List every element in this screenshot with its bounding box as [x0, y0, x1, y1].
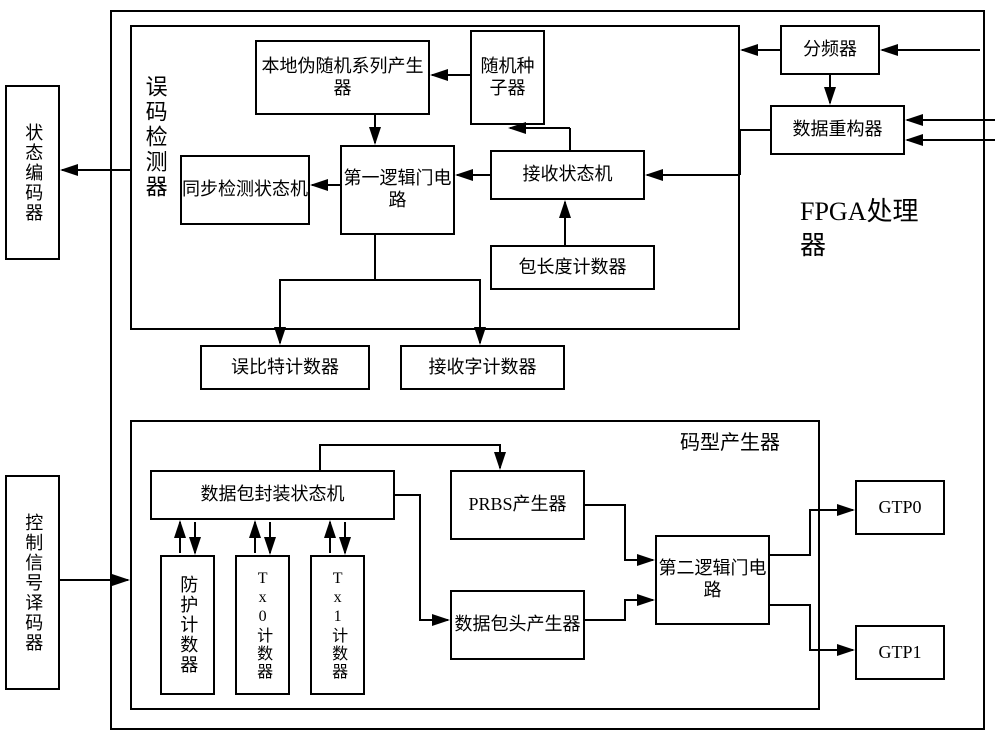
- error-detector-label: 误码检测器: [140, 75, 169, 200]
- status-encoder-block: 状态编码器: [5, 85, 60, 260]
- gtp1-block: GTP1: [855, 625, 945, 680]
- packet-encap-sm-block: 数据包封装状态机: [150, 470, 395, 520]
- second-logic-gate-label: 第二逻辑门电路: [657, 558, 768, 601]
- packet-len-counter-block: 包长度计数器: [490, 245, 655, 290]
- error-bit-counter-block: 误比特计数器: [200, 345, 370, 390]
- protect-counter-block: 防护计数器: [160, 555, 215, 695]
- first-logic-gate-block: 第一逻辑门电路: [340, 145, 455, 235]
- first-logic-gate-label: 第一逻辑门电路: [342, 168, 453, 211]
- prbs-gen-block: PRBS产生器: [450, 470, 585, 540]
- divider-block: 分频器: [780, 25, 880, 75]
- rx-state-machine-label: 接收状态机: [523, 164, 613, 186]
- error-bit-counter-label: 误比特计数器: [231, 357, 339, 379]
- status-encoder-label: 状态编码器: [22, 123, 44, 223]
- packet-len-counter-label: 包长度计数器: [519, 257, 627, 279]
- pattern-gen-label: 码型产生器: [680, 430, 780, 456]
- gtp0-block: GTP0: [855, 480, 945, 535]
- prbs-gen-label: PRBS产生器: [468, 494, 566, 516]
- random-seed-label: 随机种子器: [472, 56, 543, 99]
- tx0-counter-block: Tx0计数器: [235, 555, 290, 695]
- random-seed-block: 随机种子器: [470, 30, 545, 125]
- gtp0-label: GTP0: [878, 497, 921, 519]
- control-signal-decoder-label: 控制信号译码器: [22, 513, 44, 653]
- tx1-counter-block: Tx1计数器: [310, 555, 365, 695]
- rx-state-machine-block: 接收状态机: [490, 150, 645, 200]
- fpga-label: FPGA处理器: [800, 195, 940, 263]
- gtp1-label: GTP1: [878, 642, 921, 664]
- rx-word-counter-label: 接收字计数器: [429, 357, 537, 379]
- control-signal-decoder-block: 控制信号译码器: [5, 475, 60, 690]
- tx1-counter-label: Tx1计数器: [328, 570, 347, 681]
- local-prbs-gen-block: 本地伪随机系列产生器: [255, 40, 430, 115]
- protect-counter-label: 防护计数器: [177, 575, 199, 675]
- data-reconstructor-block: 数据重构器: [770, 105, 905, 155]
- packet-encap-sm-label: 数据包封装状态机: [201, 484, 345, 506]
- rx-word-counter-block: 接收字计数器: [400, 345, 565, 390]
- tx0-counter-label: Tx0计数器: [253, 570, 272, 681]
- divider-label: 分频器: [803, 39, 857, 61]
- sync-detect-sm-label: 同步检测状态机: [182, 179, 308, 201]
- packet-header-gen-label: 数据包头产生器: [455, 614, 581, 636]
- data-reconstructor-label: 数据重构器: [793, 119, 883, 141]
- local-prbs-gen-label: 本地伪随机系列产生器: [257, 56, 428, 99]
- packet-header-gen-block: 数据包头产生器: [450, 590, 585, 660]
- sync-detect-sm-block: 同步检测状态机: [180, 155, 310, 225]
- second-logic-gate-block: 第二逻辑门电路: [655, 535, 770, 625]
